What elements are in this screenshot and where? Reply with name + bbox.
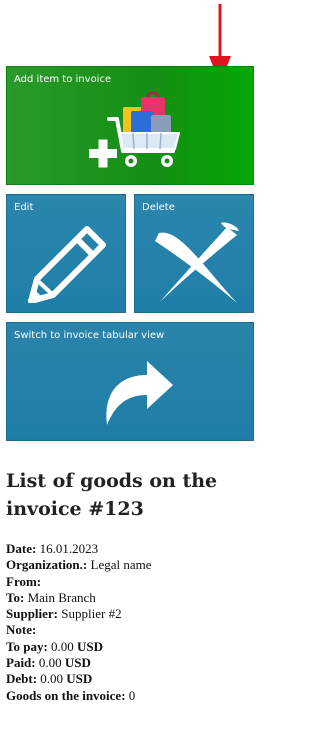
to-pay-label: To pay:: [6, 638, 48, 654]
detail-supplier: Supplier: Supplier #2: [6, 606, 256, 622]
detail-from: From:: [6, 574, 256, 590]
to-value: Main Branch: [24, 589, 96, 605]
debt-value: 0.00: [37, 671, 67, 687]
switch-view-label: Switch to invoice tabular view: [14, 330, 165, 341]
shopping-cart-add-icon: [89, 91, 181, 168]
delete-label: Delete: [142, 202, 175, 213]
detail-organization: Organization.: Legal name: [6, 557, 256, 573]
supplier-value: Supplier #2: [58, 606, 122, 622]
goods-count-label: Goods on the invoice:: [6, 687, 126, 703]
detail-to: To: Main Branch: [6, 590, 256, 606]
to-label: To:: [6, 589, 25, 605]
paid-value: 0.00: [35, 655, 65, 671]
delete-tile[interactable]: Delete: [134, 194, 254, 313]
detail-debt: Debt: 0.00 USD: [6, 671, 256, 687]
pencil-icon: [28, 226, 106, 303]
debt-currency: USD: [66, 671, 93, 687]
note-label: Note:: [6, 622, 37, 638]
paid-label: Paid:: [6, 655, 36, 671]
detail-goods-count: Goods on the invoice: 0: [6, 688, 256, 704]
detail-paid: Paid: 0.00 USD: [6, 655, 256, 671]
detail-date: Date: 16.01.2023: [6, 541, 256, 557]
goods-count-value: 0: [125, 687, 136, 703]
add-item-tile[interactable]: Add item to invoice: [6, 66, 254, 185]
date-label: Date:: [6, 541, 37, 556]
curved-arrow-icon: [106, 361, 173, 425]
edit-label: Edit: [14, 202, 34, 213]
add-item-label: Add item to invoice: [14, 74, 112, 85]
debt-label: Debt:: [6, 671, 38, 687]
supplier-label: Supplier:: [6, 606, 59, 622]
to-pay-currency: USD: [77, 638, 104, 654]
edit-tile[interactable]: Edit: [6, 194, 126, 313]
organization-label: Organization.:: [6, 557, 88, 573]
detail-to-pay: To pay: 0.00 USD: [6, 639, 256, 655]
switch-view-tile[interactable]: Switch to invoice tabular view: [6, 322, 254, 441]
invoice-details: Date: 16.01.2023 Organization.: Legal na…: [6, 541, 256, 704]
from-label: From:: [6, 573, 42, 589]
page-title: List of goods on the invoice #123: [6, 470, 218, 520]
close-x-icon: [155, 222, 239, 303]
to-pay-value: 0.00: [47, 638, 78, 654]
detail-note: Note:: [6, 622, 256, 638]
organization-value: Legal name: [87, 557, 152, 573]
paid-currency: USD: [64, 655, 91, 671]
date-value: 16.01.2023: [36, 541, 99, 556]
